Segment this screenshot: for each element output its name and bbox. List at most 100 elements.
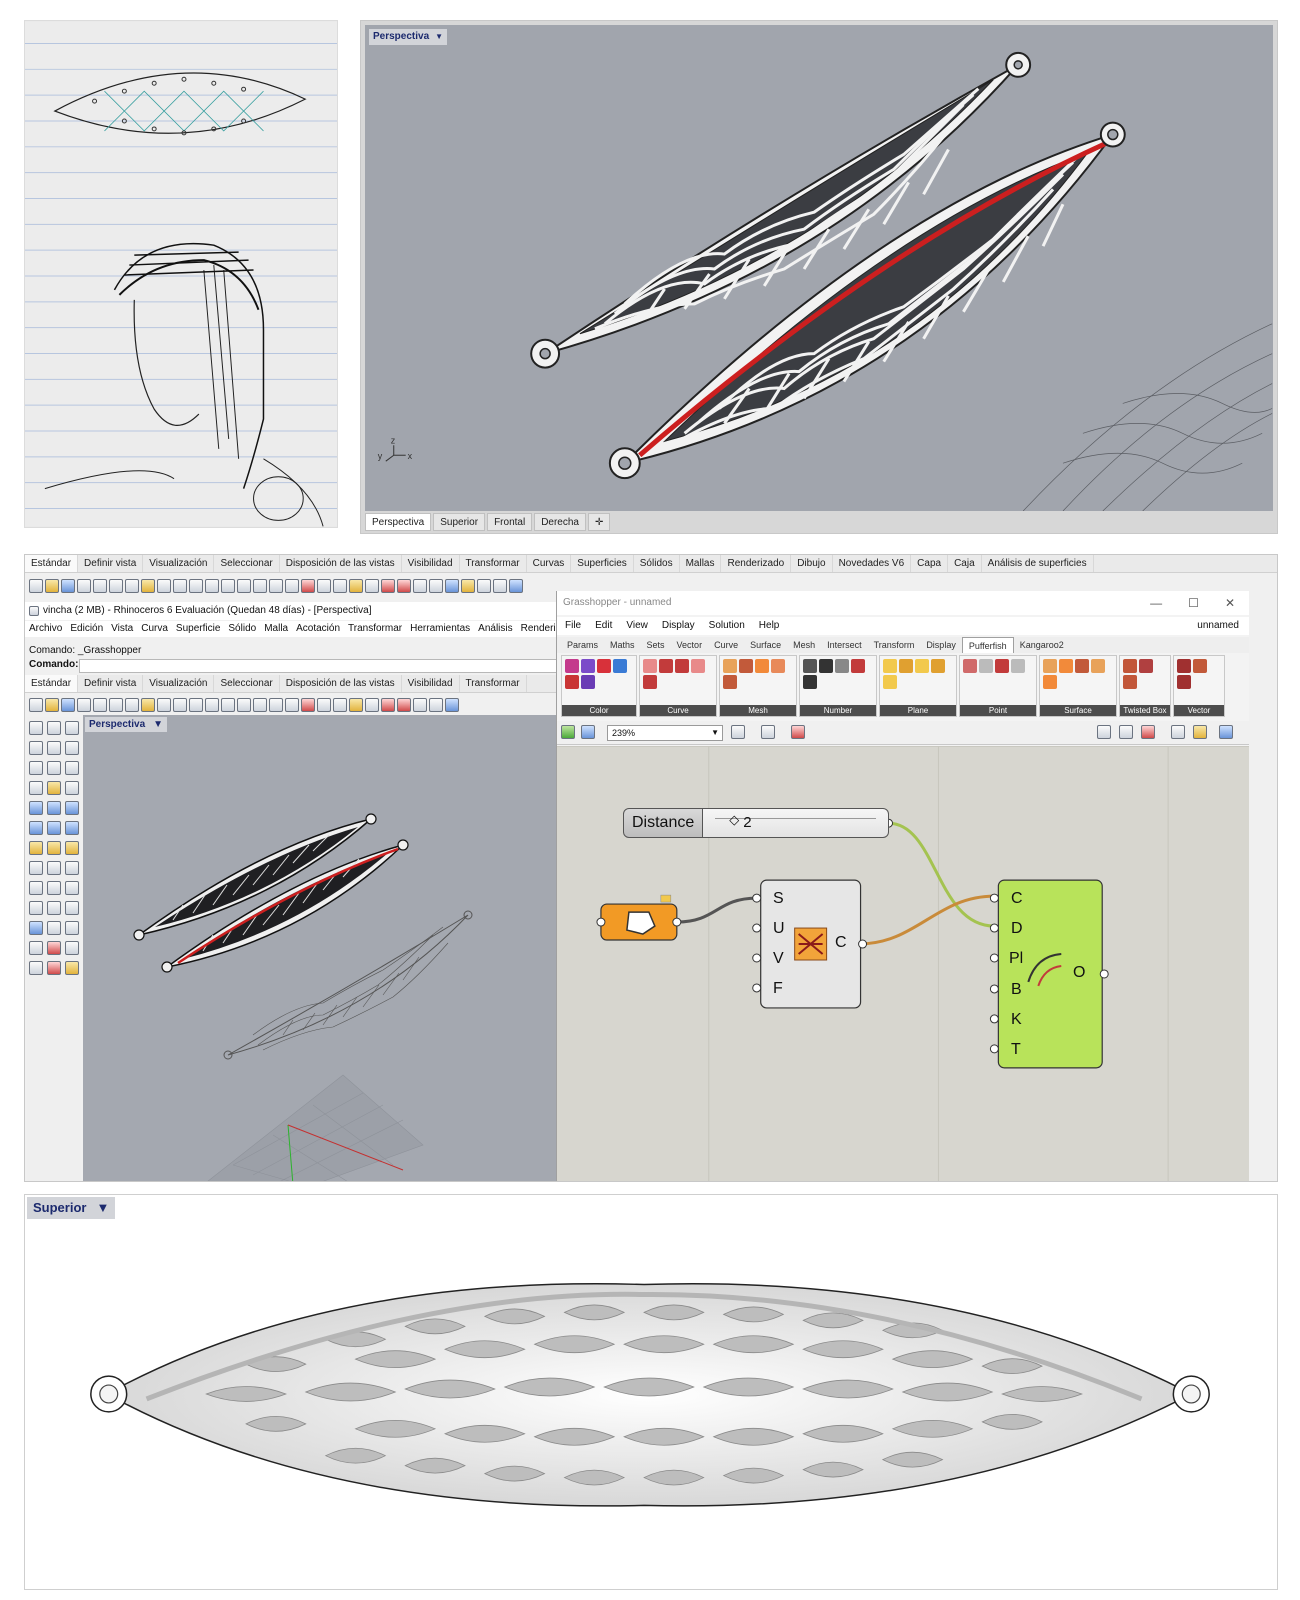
- boolean-tool-icon[interactable]: [29, 841, 43, 855]
- menu-item[interactable]: Malla: [264, 621, 288, 637]
- preview-wire-icon[interactable]: [1097, 725, 1111, 739]
- tab-intersect[interactable]: Intersect: [821, 637, 868, 653]
- tab-derecha[interactable]: Derecha: [534, 513, 586, 531]
- paste-icon[interactable]: [141, 698, 155, 712]
- sketch-icon[interactable]: [791, 725, 805, 739]
- mirror-tool-icon[interactable]: [47, 921, 61, 935]
- pattern-component[interactable]: [752, 879, 868, 1009]
- surface-tool-icon[interactable]: [1075, 659, 1089, 673]
- print-icon[interactable]: [77, 698, 91, 712]
- surface-tool-icon[interactable]: [1091, 659, 1105, 673]
- lock-icon[interactable]: [365, 698, 379, 712]
- number-tool-icon[interactable]: [835, 659, 849, 673]
- copy-icon[interactable]: [125, 579, 139, 593]
- number-tool-icon[interactable]: [851, 659, 865, 673]
- viewport-title[interactable]: Perspectiva ▼: [369, 29, 448, 45]
- select-icon[interactable]: [333, 579, 347, 593]
- menu-item[interactable]: Curva: [141, 621, 168, 637]
- undo-icon[interactable]: [157, 579, 171, 593]
- menu-item[interactable]: Vista: [111, 621, 133, 637]
- grid-snap-icon[interactable]: [317, 579, 331, 593]
- tab-superior[interactable]: Superior: [433, 513, 486, 531]
- grid-tool-icon[interactable]: [29, 941, 43, 955]
- twisted-box-tool-icon[interactable]: [1123, 659, 1137, 673]
- toolbar-tab[interactable]: Sólidos: [634, 555, 680, 572]
- curve-tool-icon[interactable]: [29, 741, 43, 755]
- point-tool-icon[interactable]: [979, 659, 993, 673]
- select-icon[interactable]: [333, 698, 347, 712]
- rotate-view-icon[interactable]: [189, 698, 203, 712]
- cplane-icon[interactable]: [301, 579, 315, 593]
- rhino-perspective-viewport[interactable]: Perspectiva ▼: [83, 715, 559, 1181]
- curve-tool-icon[interactable]: [659, 659, 673, 673]
- maximize-icon[interactable]: ☐: [1188, 591, 1199, 615]
- rectangle-tool-icon[interactable]: [47, 761, 61, 775]
- rotate-view-icon[interactable]: [189, 579, 203, 593]
- preview-eye-icon[interactable]: [761, 725, 775, 739]
- plane-tool-icon[interactable]: [899, 659, 913, 673]
- lock-icon[interactable]: [365, 579, 379, 593]
- twisted-box-tool-icon[interactable]: [1123, 675, 1137, 689]
- new-file-icon[interactable]: [29, 579, 43, 593]
- analyze-tool-icon[interactable]: [47, 961, 61, 975]
- tab-display[interactable]: Display: [920, 637, 962, 653]
- surface-tool-icon[interactable]: [29, 801, 43, 815]
- tab-transform[interactable]: Transform: [868, 637, 921, 653]
- render-tool-icon[interactable]: [65, 961, 79, 975]
- menu-item[interactable]: Archivo: [29, 621, 62, 637]
- color-tool-icon[interactable]: [581, 675, 595, 689]
- menu-item[interactable]: Herramientas: [410, 621, 470, 637]
- mesh-tool-icon[interactable]: [755, 659, 769, 673]
- freeform-tool-icon[interactable]: [29, 781, 43, 795]
- mesh-tool-icon[interactable]: [723, 675, 737, 689]
- menu-display[interactable]: Display: [662, 617, 695, 635]
- rendered-icon[interactable]: [445, 698, 459, 712]
- tab-perspectiva[interactable]: Perspectiva: [365, 513, 432, 531]
- pan-icon[interactable]: [173, 698, 187, 712]
- layer-icon[interactable]: [381, 579, 395, 593]
- curve-tool-icon[interactable]: [675, 659, 689, 673]
- box-tool-icon[interactable]: [29, 821, 43, 835]
- point-tool-icon[interactable]: [963, 659, 977, 673]
- dimension-tool-icon[interactable]: [47, 941, 61, 955]
- menu-view[interactable]: View: [626, 617, 648, 635]
- toolbar-tab[interactable]: Superficies: [571, 555, 634, 572]
- surface-tool-icon[interactable]: [1059, 659, 1073, 673]
- ellipse-tool-icon[interactable]: [29, 761, 43, 775]
- toolbar-tab[interactable]: Mallas: [680, 555, 722, 572]
- toolbar-tab[interactable]: Disposición de las vistas: [280, 555, 402, 572]
- copy-icon[interactable]: [125, 698, 139, 712]
- save-icon[interactable]: [581, 725, 595, 739]
- command-input[interactable]: [79, 659, 557, 673]
- vector-tool-icon[interactable]: [1177, 659, 1191, 673]
- text-tool-icon[interactable]: [65, 941, 79, 955]
- mesh-tool-icon[interactable]: [29, 861, 43, 875]
- render-icon[interactable]: [413, 698, 427, 712]
- number-tool-icon[interactable]: [803, 675, 817, 689]
- open-file-icon[interactable]: [45, 579, 59, 593]
- menu-item[interactable]: Transformar: [348, 621, 402, 637]
- viewport-title[interactable]: Superior ▼: [27, 1197, 116, 1219]
- plane-tool-icon[interactable]: [883, 659, 897, 673]
- color-tool-icon[interactable]: [597, 659, 611, 673]
- polyline-tool-icon[interactable]: [65, 721, 79, 735]
- cap-tool-icon[interactable]: [65, 841, 79, 855]
- sphere-tool-icon[interactable]: [47, 821, 61, 835]
- toolbar-tab[interactable]: Disposición de las vistas: [280, 675, 402, 692]
- polygon-tool-icon[interactable]: [65, 761, 79, 775]
- grasshopper-icon[interactable]: [493, 579, 507, 593]
- mesh-quality-icon[interactable]: [1193, 725, 1207, 739]
- save-icon[interactable]: [61, 698, 75, 712]
- import-icon[interactable]: [93, 698, 107, 712]
- mesh-tool-icon[interactable]: [739, 659, 753, 673]
- zoom-icon[interactable]: [205, 579, 219, 593]
- slider-handle-icon[interactable]: ◇: [729, 812, 739, 828]
- point-tool-icon[interactable]: [47, 721, 61, 735]
- paste-icon[interactable]: [141, 579, 155, 593]
- menu-solution[interactable]: Solution: [709, 617, 745, 635]
- four-view-icon[interactable]: [285, 579, 299, 593]
- slider-track[interactable]: ◇ 2: [703, 808, 889, 838]
- tab-frontal[interactable]: Frontal: [487, 513, 533, 531]
- help-icon[interactable]: [509, 579, 523, 593]
- zoom-extents-icon[interactable]: [237, 579, 251, 593]
